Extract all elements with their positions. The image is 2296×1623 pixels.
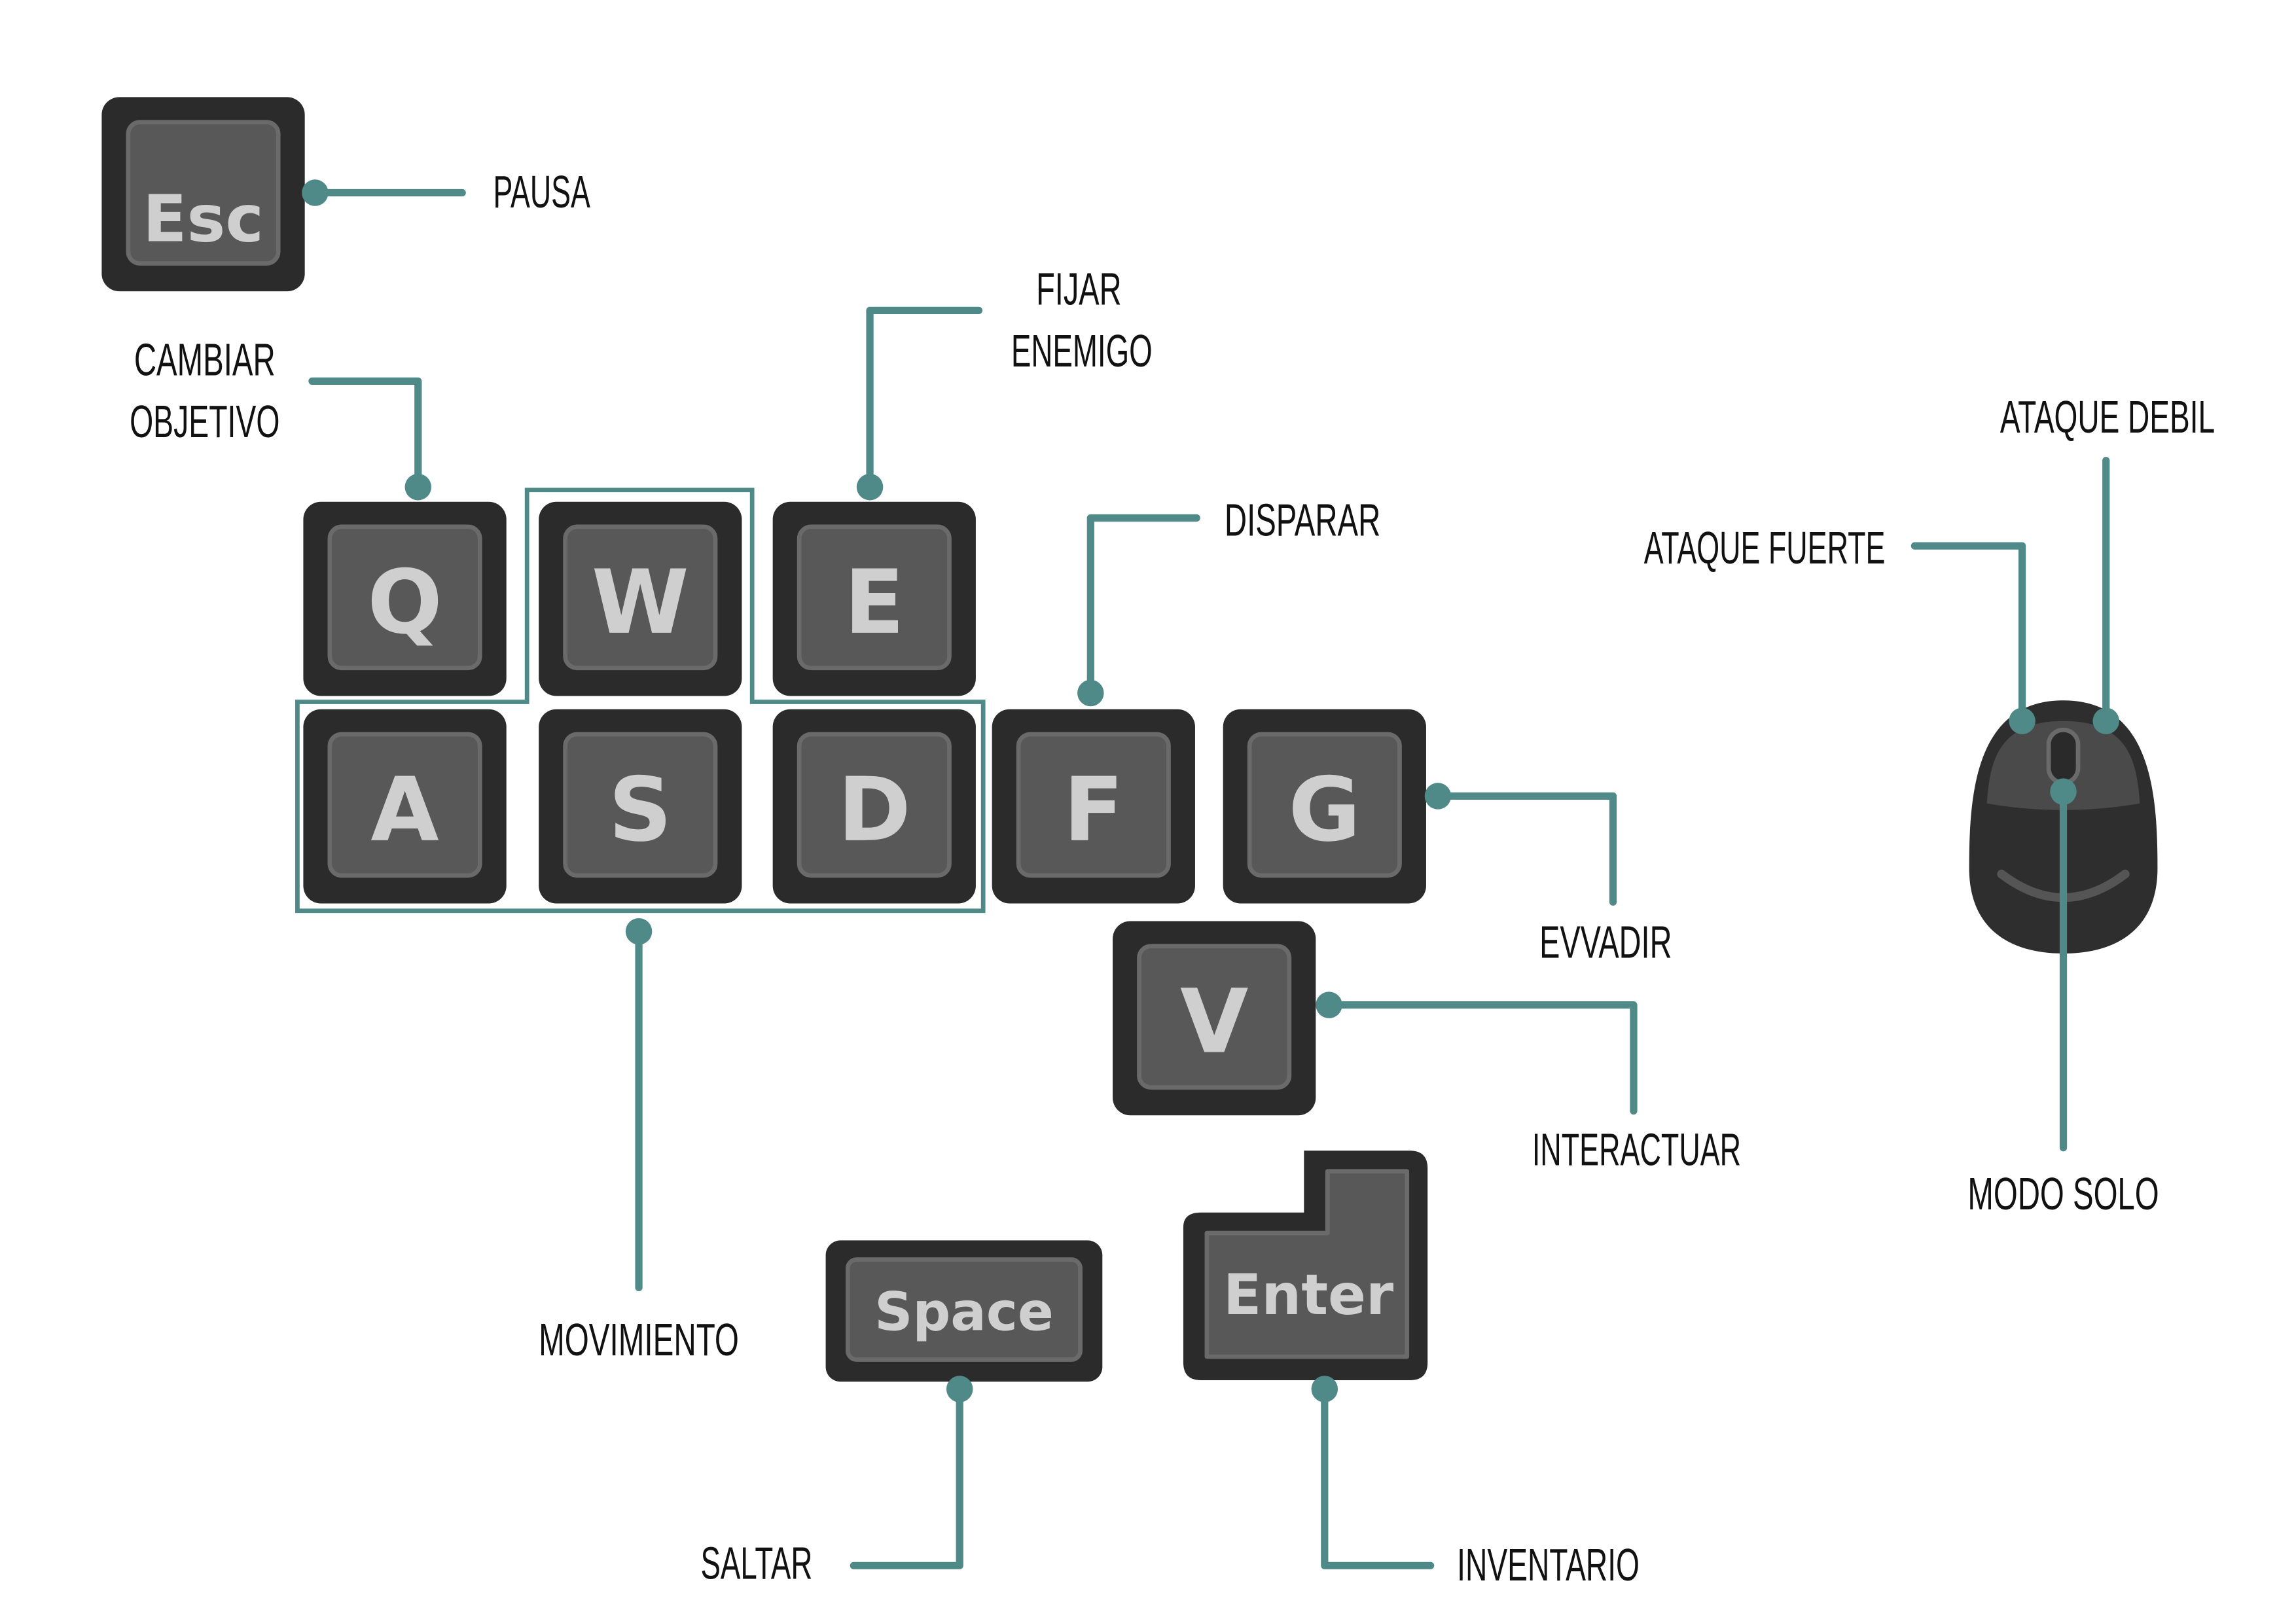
disparar-dot <box>1077 679 1104 707</box>
interactuar-connector <box>1325 1001 1638 1115</box>
pausa-dot <box>302 179 329 206</box>
movimiento-label: MOVIMIENTO <box>539 1314 739 1365</box>
cambiar-objetivo-label-line2: OBJETIVO <box>130 396 279 447</box>
v-key-label: V <box>1180 971 1248 1073</box>
inventario-dot <box>1311 1376 1338 1402</box>
d-key: D <box>772 709 976 904</box>
evvadir-label: EVVADIR <box>1539 917 1672 968</box>
ataque-fuerte-connector <box>1910 542 2026 725</box>
modo-solo-label: MODO SOLO <box>1967 1168 2159 1219</box>
a-key: A <box>303 709 507 904</box>
saltar-label: SALTAR <box>700 1538 812 1589</box>
ataque-debil-dot <box>2092 707 2119 734</box>
g-key-label: G <box>1288 758 1361 861</box>
v-key: V <box>1113 921 1316 1116</box>
g-key: G <box>1223 709 1426 904</box>
a-key-label: A <box>370 758 439 861</box>
interactuar-dot <box>1316 991 1342 1018</box>
cambiar-objetivo-connector <box>308 377 422 491</box>
space-key-label: Space <box>874 1282 1054 1344</box>
enter-key-label: Enter <box>1223 1263 1393 1328</box>
inventario-connector <box>1321 1385 1435 1569</box>
inventario-label: INVENTARIO <box>1457 1539 1640 1590</box>
s-key-label: S <box>609 758 672 861</box>
s-key: S <box>539 709 742 904</box>
esc-key: Esc <box>101 97 305 292</box>
f-key-label: F <box>1064 758 1124 861</box>
e-key-label: E <box>844 551 905 654</box>
saltar-dot <box>946 1376 973 1402</box>
q-key-label: Q <box>367 551 442 654</box>
fijar-enemigo-dot <box>856 473 884 501</box>
disparar-connector <box>1086 514 1200 697</box>
controls-diagram: Esc Q W E A S D F G V Space Enter PAUSA … <box>101 97 2215 1590</box>
cambiar-objetivo-dot <box>404 473 432 501</box>
e-key: E <box>772 501 976 696</box>
evvadir-connector <box>1434 792 1617 906</box>
w-key: W <box>539 501 742 696</box>
w-key-label: W <box>592 551 689 654</box>
q-key: Q <box>303 501 507 696</box>
ataque-debil-label: ATAQUE DEBIL <box>2000 391 2215 442</box>
fijar-enemigo-label-line2: ENEMIGO <box>1011 325 1153 376</box>
space-key: Space <box>825 1240 1103 1382</box>
saltar-connector <box>850 1385 963 1569</box>
ataque-fuerte-label: ATAQUE FUERTE <box>1644 522 1886 573</box>
evvadir-dot <box>1424 783 1452 810</box>
enter-key: Enter <box>1183 1150 1428 1381</box>
pausa-label: PAUSA <box>493 166 590 217</box>
cambiar-objetivo-label-line1: CAMBIAR <box>134 334 276 385</box>
ataque-fuerte-dot <box>2009 707 2036 734</box>
esc-key-label: Esc <box>143 182 264 257</box>
disparar-label: DISPARAR <box>1225 494 1380 545</box>
d-key-label: D <box>838 758 911 861</box>
fijar-enemigo-label-line1: FIJAR <box>1036 263 1121 314</box>
f-key: F <box>992 709 1195 904</box>
interactuar-label: INTERACTUAR <box>1532 1124 1741 1175</box>
fijar-enemigo-connector <box>866 306 983 491</box>
modo-solo-dot <box>2050 778 2077 805</box>
movimiento-dot <box>625 918 653 945</box>
